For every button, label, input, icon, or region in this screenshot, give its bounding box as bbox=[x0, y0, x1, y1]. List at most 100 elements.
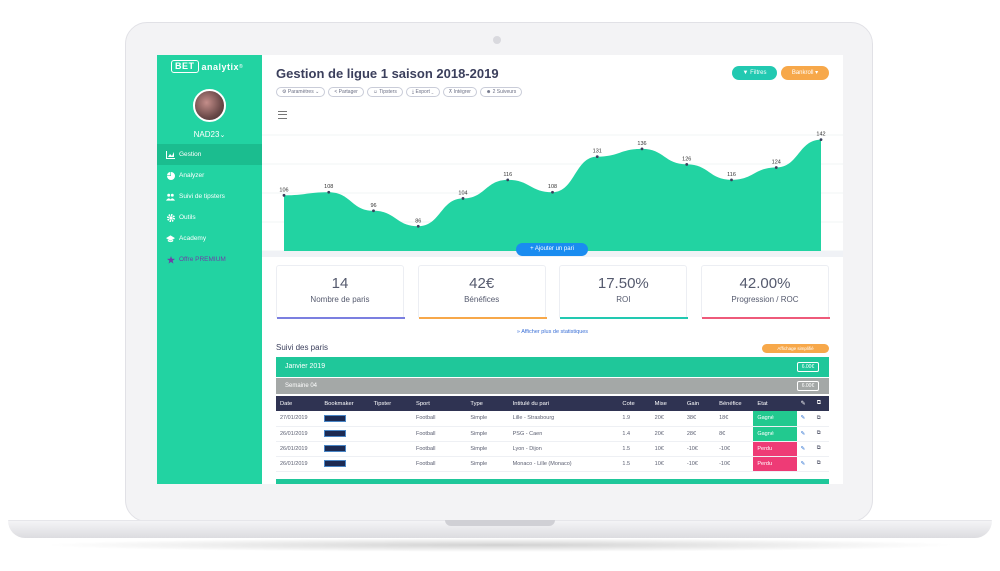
chart-data-label: 126 bbox=[682, 156, 691, 162]
week-group-header[interactable]: Semaine 04 6.00€ bbox=[276, 378, 829, 394]
pencil-icon[interactable]: ✎ bbox=[801, 446, 806, 452]
next-month-group-header[interactable] bbox=[276, 479, 829, 484]
col-gain[interactable]: Gain bbox=[682, 396, 716, 411]
chart-point[interactable] bbox=[640, 147, 644, 151]
stat-label: Bénéfices bbox=[464, 295, 500, 304]
pencil-icon[interactable]: ✎ bbox=[801, 431, 806, 437]
sidebar-item-outils[interactable]: Outils bbox=[157, 207, 262, 228]
tipsters-button[interactable]: ☺ Tipsters bbox=[366, 87, 403, 97]
user-plus-icon: ☻ bbox=[485, 89, 493, 95]
sidebar-item-gestion[interactable]: Gestion bbox=[157, 144, 262, 165]
stat-card-bets: 14 Nombre de paris bbox=[276, 265, 405, 319]
stat-accent-bar bbox=[418, 317, 547, 319]
app-logo[interactable]: BET analytix ® bbox=[171, 60, 243, 73]
chart-point[interactable] bbox=[685, 162, 689, 166]
table-row[interactable]: 26/01/2019 Football Simple PSG - Caen 1.… bbox=[276, 426, 829, 442]
table-row[interactable]: 26/01/2019 Football Simple Monaco - Lill… bbox=[276, 456, 829, 472]
share-button[interactable]: < Partager bbox=[328, 87, 364, 97]
add-bet-button[interactable]: + Ajouter un pari bbox=[516, 243, 588, 256]
chart-area-icon bbox=[166, 150, 175, 159]
col-tipster[interactable]: Tipster bbox=[369, 396, 412, 411]
col-bookmaker[interactable]: Bookmaker bbox=[320, 396, 370, 411]
chart-data-label: 106 bbox=[279, 187, 288, 193]
chevron-down-icon: ▾ bbox=[813, 70, 819, 76]
table-row[interactable]: 27/01/2019 Football Simple Lille - Stras… bbox=[276, 411, 829, 427]
month-group-header[interactable]: Janvier 2019 6.00€ bbox=[276, 357, 829, 377]
chevron-down-icon: ⌄ bbox=[219, 132, 226, 139]
tool-label: Tipsters bbox=[379, 89, 397, 95]
col-date[interactable]: Date bbox=[276, 396, 321, 411]
cell-date: 26/01/2019 bbox=[276, 456, 321, 472]
laptop-camera bbox=[493, 36, 501, 44]
cell-date: 27/01/2019 bbox=[276, 411, 321, 427]
sidebar-item-label: Offre PREMIUM bbox=[179, 256, 226, 263]
col-state[interactable]: Etat bbox=[753, 396, 797, 411]
col-edit: ✎ bbox=[796, 396, 813, 411]
bankroll-button[interactable]: Bankroll ▾ bbox=[781, 66, 829, 80]
table-row[interactable]: 26/01/2019 Football Simple Lyon - Dijon … bbox=[276, 441, 829, 457]
tool-label: 2 Suiveurs bbox=[492, 89, 517, 95]
chart-point[interactable] bbox=[282, 193, 286, 197]
section-title: Suivi des paris bbox=[276, 343, 329, 352]
stat-label: ROI bbox=[616, 295, 631, 304]
cell-bookmaker bbox=[320, 411, 370, 427]
cell-sport: Football bbox=[411, 411, 467, 427]
user-menu[interactable]: NAD23⌄ bbox=[157, 130, 262, 139]
simplified-display-button[interactable]: Affichage simplifié bbox=[762, 344, 829, 353]
col-stake[interactable]: Mise bbox=[650, 396, 683, 411]
embed-button[interactable]: ⊼ Intégrer bbox=[442, 87, 477, 97]
chart-point[interactable] bbox=[506, 178, 510, 182]
col-profit[interactable]: Bénéfice bbox=[715, 396, 754, 411]
col-title[interactable]: Intitulé du pari bbox=[508, 396, 619, 411]
week-profit-badge: 6.00€ bbox=[797, 381, 819, 391]
export-button[interactable]: ⤓ Export ⌄ bbox=[405, 87, 440, 97]
cell-tipster bbox=[369, 456, 412, 472]
col-odds[interactable]: Cote bbox=[618, 396, 651, 411]
copy-icon[interactable]: ⧉ bbox=[817, 430, 821, 436]
cell-title: Monaco - Lille (Monaco) bbox=[508, 456, 619, 472]
sidebar: BET analytix ® NAD23⌄ Gestion Analyzer S… bbox=[157, 55, 262, 484]
screen: BET analytix ® NAD23⌄ Gestion Analyzer S… bbox=[157, 55, 843, 484]
chart-point[interactable] bbox=[595, 155, 599, 159]
chart-point[interactable] bbox=[416, 224, 420, 228]
copy-icon[interactable]: ⧉ bbox=[817, 445, 821, 451]
sidebar-item-premium[interactable]: Offre PREMIUM bbox=[157, 249, 262, 270]
sidebar-item-suivi-tipsters[interactable]: Suivi de tipsters bbox=[157, 186, 262, 207]
chart-point[interactable] bbox=[774, 166, 778, 169]
col-sport[interactable]: Sport bbox=[411, 396, 467, 411]
chart-point[interactable] bbox=[372, 209, 375, 213]
chart-point[interactable] bbox=[461, 197, 465, 200]
cell-profit: 8€ bbox=[715, 426, 754, 442]
cell-title: Lyon - Dijon bbox=[508, 441, 619, 457]
copy-icon[interactable]: ⧉ bbox=[817, 460, 821, 466]
cell-profit: -10€ bbox=[715, 456, 754, 472]
copy-cell: ⧉ bbox=[812, 441, 829, 457]
settings-button[interactable]: ⚙ Paramètres ⌄ bbox=[276, 87, 326, 97]
chart-point[interactable] bbox=[819, 138, 823, 142]
pie-chart-icon bbox=[166, 171, 175, 180]
copy-icon[interactable]: ⧉ bbox=[817, 415, 821, 421]
stats-row: 14 Nombre de paris 42€ Bénéfices 17.50% … bbox=[276, 265, 830, 319]
followers-button[interactable]: ☻ 2 Suiveurs bbox=[479, 87, 523, 97]
cell-gain: -10€ bbox=[682, 456, 716, 472]
cell-stake: 10€ bbox=[650, 441, 683, 457]
stat-value: 14 bbox=[331, 275, 349, 292]
pencil-icon[interactable]: ✎ bbox=[801, 461, 806, 467]
pencil-icon[interactable]: ✎ bbox=[801, 415, 806, 421]
cog-icon bbox=[166, 213, 175, 222]
sidebar-item-label: Analyzer bbox=[179, 172, 205, 179]
filters-button[interactable]: ▼ Filtres bbox=[732, 66, 777, 80]
more-stats-link[interactable]: » Afficher plus de statistiques bbox=[262, 329, 843, 335]
toolbar: ⚙ Paramètres ⌄ < Partager ☺ Tipsters ⤓ E… bbox=[276, 87, 523, 97]
col-type[interactable]: Type bbox=[466, 396, 509, 411]
chart-point[interactable] bbox=[730, 178, 733, 182]
cell-state-lost: Perdu bbox=[753, 441, 797, 457]
filters-label: Filtres bbox=[750, 70, 767, 76]
sidebar-item-academy[interactable]: Academy bbox=[157, 228, 262, 249]
chart-point[interactable] bbox=[327, 190, 331, 194]
chart-data-label: 116 bbox=[503, 172, 512, 178]
cell-type: Simple bbox=[466, 426, 509, 442]
avatar[interactable] bbox=[193, 89, 226, 122]
sidebar-item-analyzer[interactable]: Analyzer bbox=[157, 165, 262, 186]
chart-point[interactable] bbox=[551, 190, 554, 194]
